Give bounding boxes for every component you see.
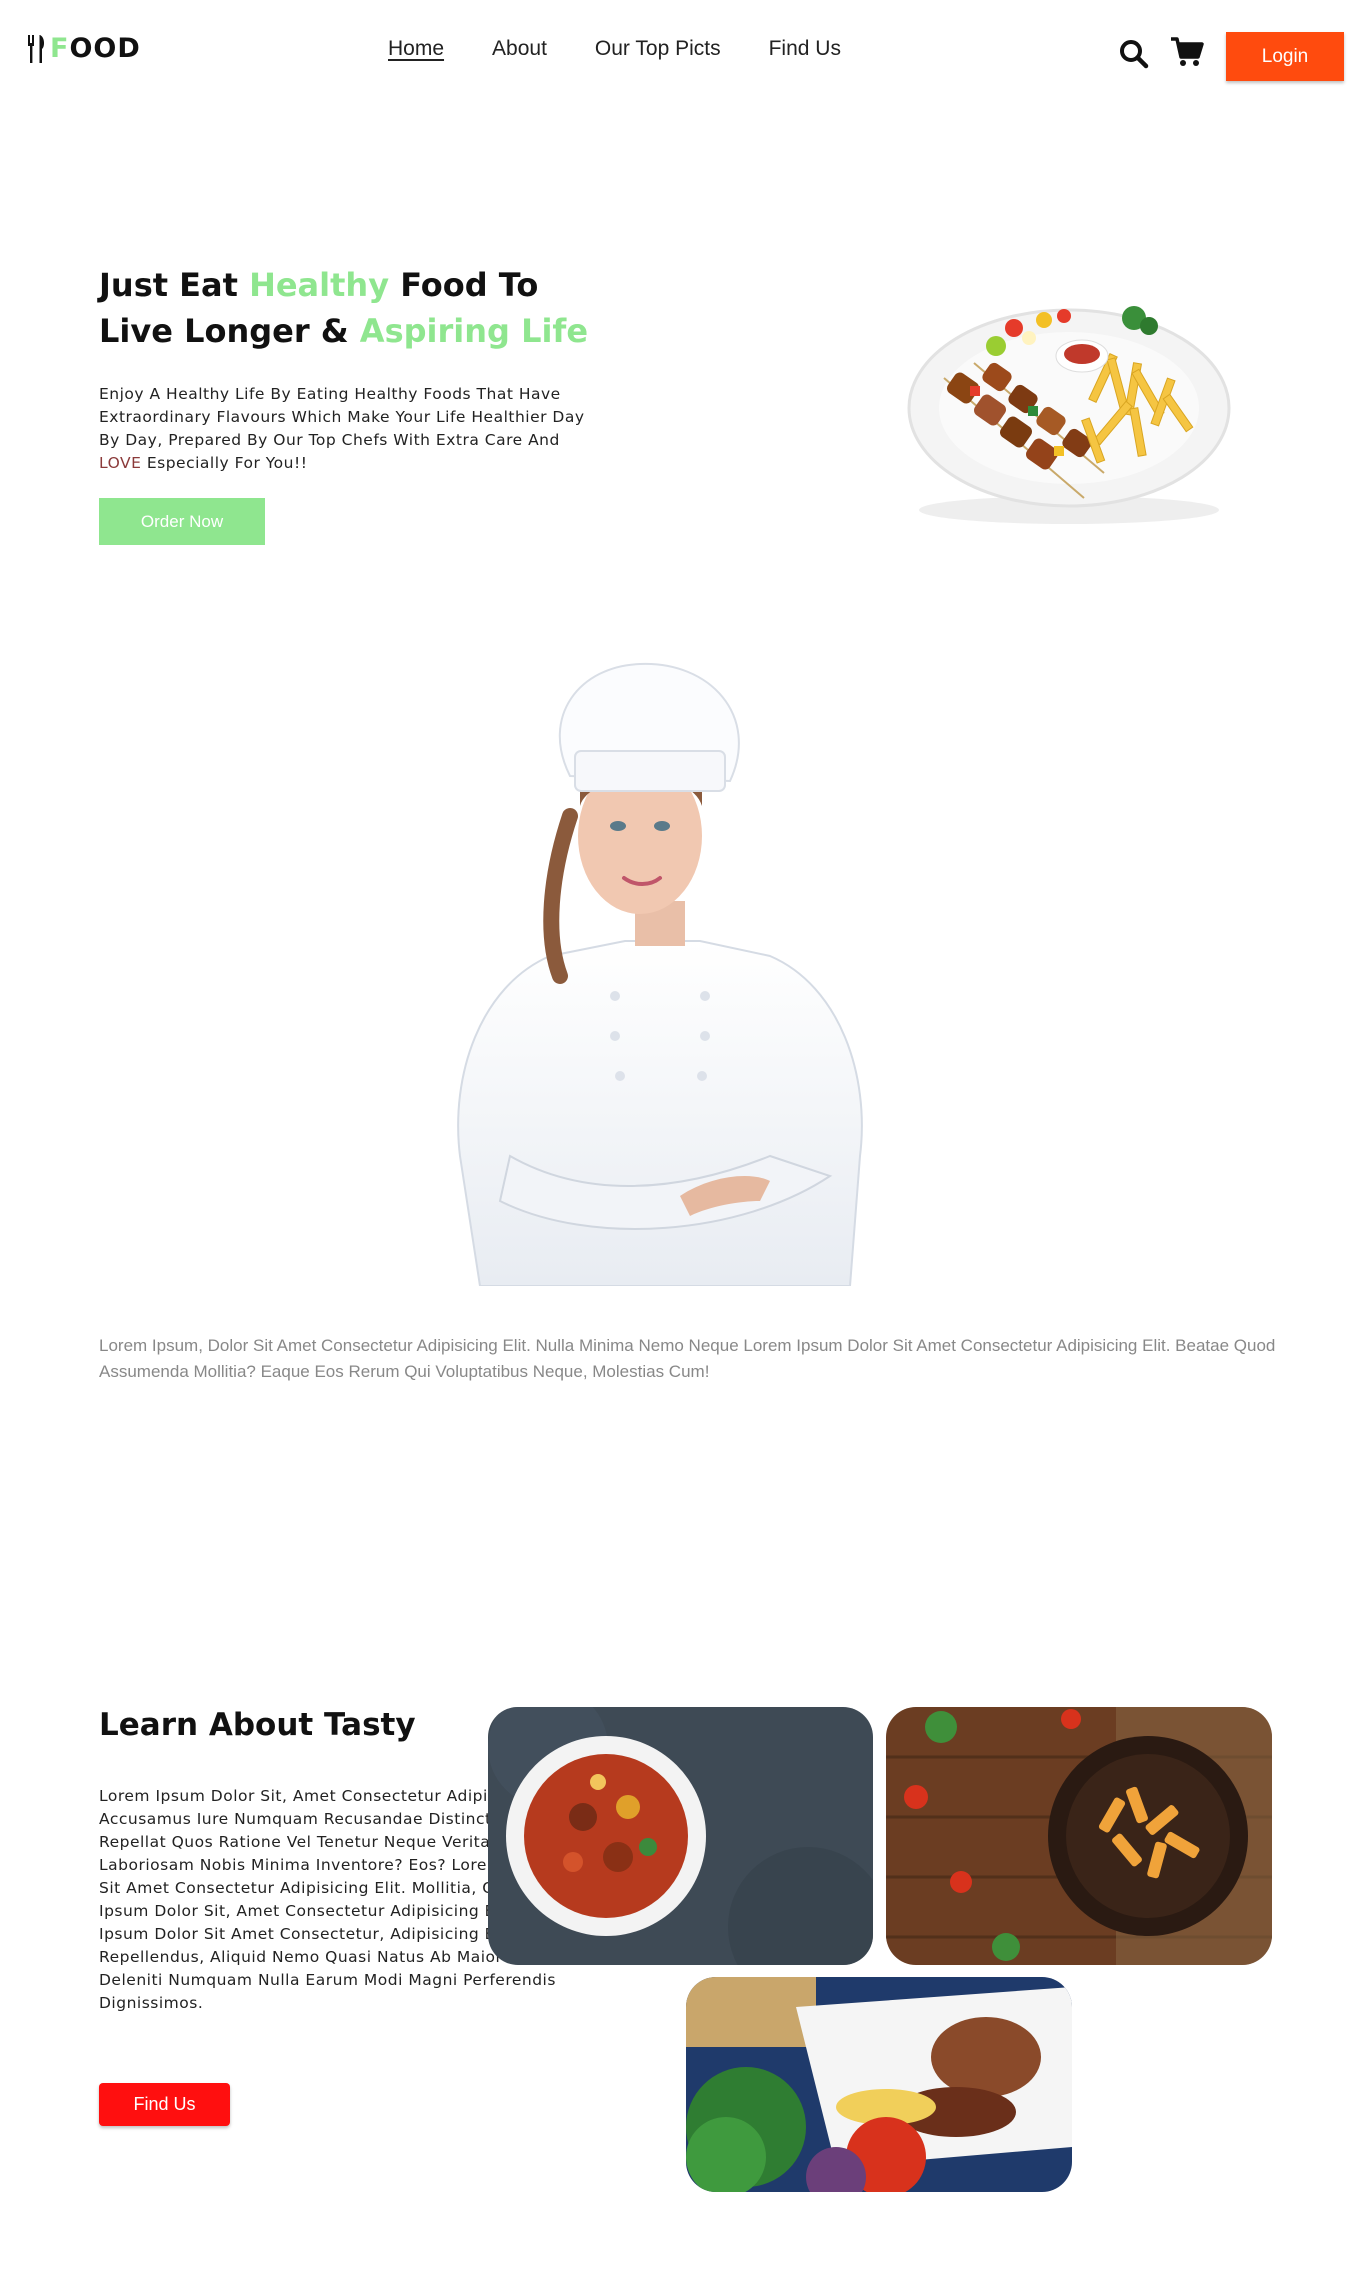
main-menu: Home About Our Top Picts Find Us [388, 37, 841, 61]
nav-top-picts[interactable]: Our Top Picts [595, 37, 721, 61]
hero-desc-love: LOVE [99, 454, 142, 472]
logo[interactable]: F OOD [26, 33, 141, 64]
about-lorem-text: Lorem Ipsum, Dolor Sit Amet Consectetur … [99, 1336, 1276, 1381]
learn-title: Learn About Tasty [99, 1707, 416, 1743]
hero-desc-line2: Extraordinary Flavours Which Make Your L… [99, 408, 585, 426]
nav-find-us[interactable]: Find Us [769, 37, 841, 61]
nav-home[interactable]: Home [388, 37, 444, 61]
search-icon[interactable] [1118, 38, 1150, 70]
chef-image [457, 662, 863, 1286]
logo-text: OOD [69, 33, 141, 64]
navbar: F OOD Home About Our Top Picts Find Us Lo… [0, 0, 1366, 100]
hero-description: Enjoy A Healthy Life By Eating Healthy F… [99, 383, 619, 475]
nav-about[interactable]: About [492, 37, 547, 61]
rice-dish-image [686, 1977, 1072, 2192]
hero-desc-line1: Enjoy A Healthy Life By Eating Healthy F… [99, 385, 561, 403]
find-us-button[interactable]: Find Us [99, 2083, 230, 2126]
login-button[interactable]: Login [1226, 32, 1344, 81]
logo-first-letter: F [50, 33, 70, 64]
hero-title-highlight-healthy: Healthy [249, 266, 390, 304]
pasta-plate-image [886, 1707, 1272, 1965]
hero-title-highlight-aspiring: Aspiring Life [359, 312, 589, 350]
fork-knife-icon [28, 34, 45, 63]
hero-title-part3: Live Longer & [99, 312, 360, 350]
hero-desc-end: Especially For You!! [141, 454, 308, 472]
order-now-button[interactable]: Order Now [99, 498, 265, 545]
hero-desc-line3: By Day, Prepared By Our Top Chefs With E… [99, 431, 560, 449]
hero-title: Just Eat Healthy Food To Live Longer & A… [99, 262, 619, 354]
stew-bowl-image [488, 1707, 873, 1965]
food-plate-image [907, 306, 1231, 524]
cart-icon[interactable] [1170, 36, 1204, 68]
hero-title-part2: Food To [389, 266, 539, 304]
hero-title-part1: Just Eat [99, 266, 250, 304]
